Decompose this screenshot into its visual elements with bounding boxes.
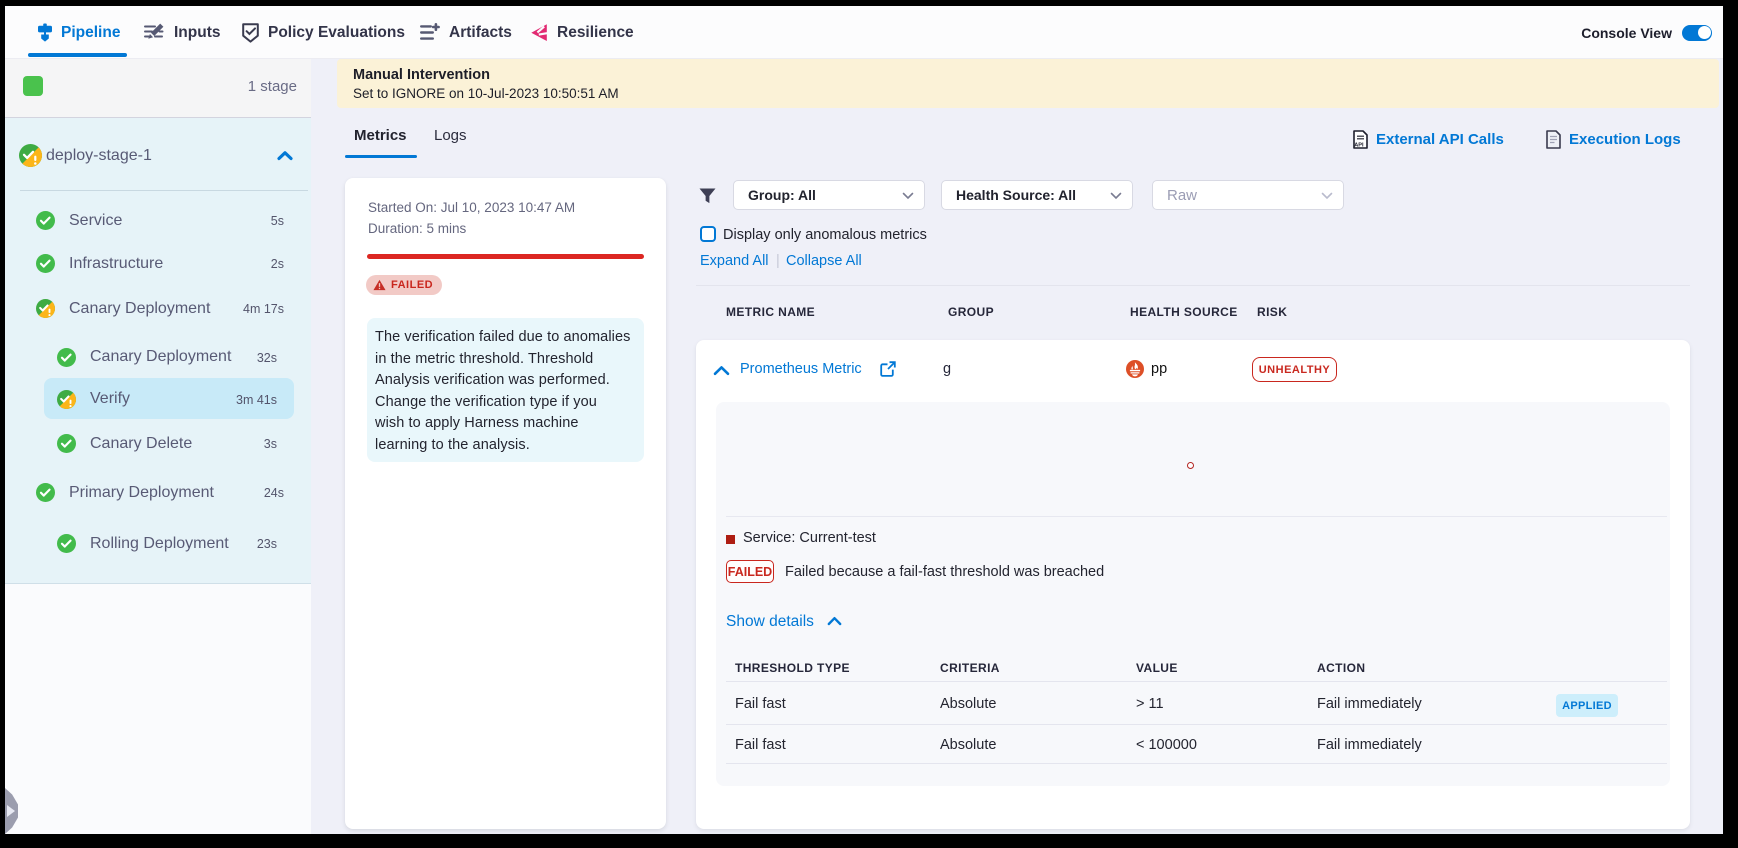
svg-text:API: API: [1354, 142, 1364, 148]
